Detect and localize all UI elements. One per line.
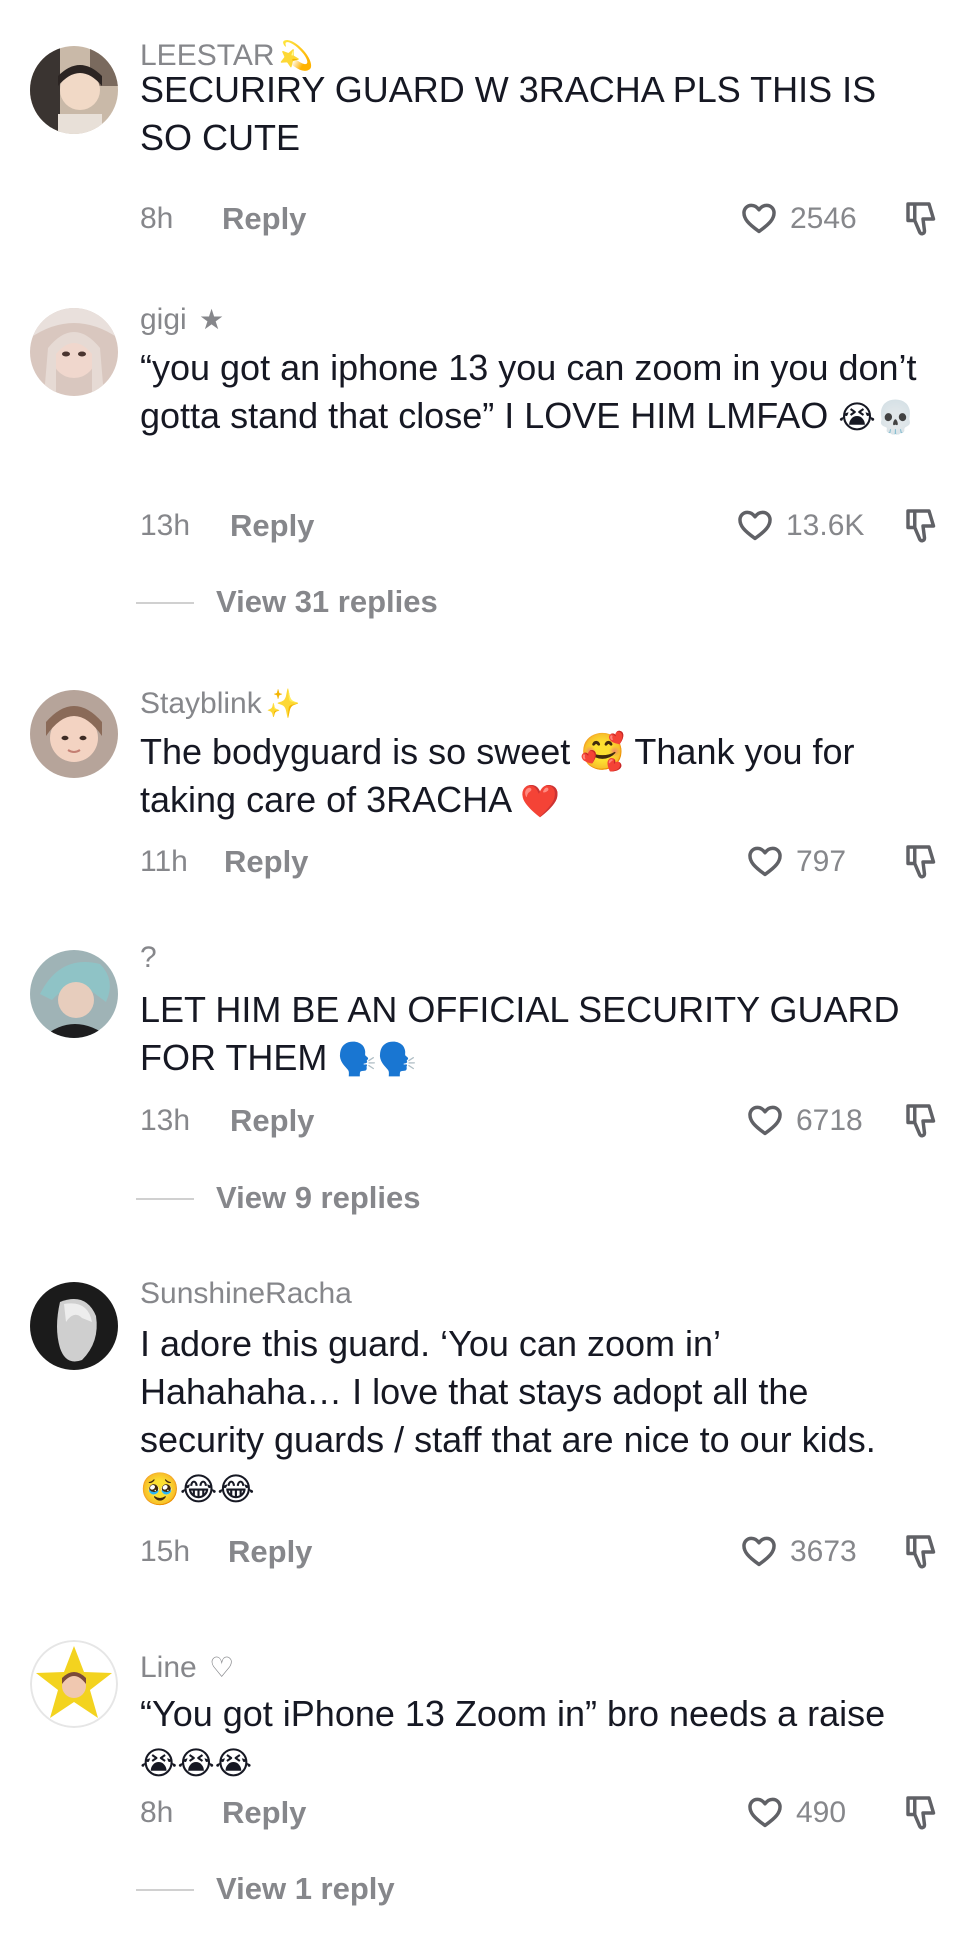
thumbs-down-icon[interactable] (902, 199, 938, 239)
comment-time: 15h (140, 1535, 191, 1568)
heart-outline-icon (742, 203, 776, 234)
avatar[interactable] (30, 1282, 118, 1370)
comment-actions: 15h Reply 3673 (140, 1532, 936, 1572)
username-text: gigi (140, 303, 187, 336)
reply-button[interactable]: Reply (230, 1101, 314, 1141)
comment-actions: 11h Reply 797 (140, 842, 936, 882)
reply-button[interactable]: Reply (222, 1793, 306, 1833)
comment-text-body: SECURIRY GUARD W 3RACHA PLS THIS IS SO C… (140, 69, 877, 158)
heart-outline-icon (748, 846, 782, 877)
comment-text-body: I adore this guard. ‘You can zoom in’ Ha… (140, 1323, 876, 1460)
reply-button[interactable]: Reply (230, 506, 314, 546)
comment-emoji: 🗣️🗣️ (337, 1041, 418, 1077)
heart-outline-icon (738, 510, 772, 541)
username-emoji: ★ (199, 304, 225, 335)
heart-outline-icon (748, 1797, 782, 1828)
like-count: 490 (796, 1796, 847, 1829)
reply-button[interactable]: Reply (228, 1532, 312, 1572)
username[interactable]: SunshineRacha (140, 1276, 352, 1312)
username-emoji: ♡ (209, 1652, 235, 1683)
heart-outline-icon (742, 1536, 776, 1567)
username-text: SunshineRacha (140, 1277, 352, 1310)
comment-time: 13h (140, 1104, 191, 1137)
thumbs-down-icon[interactable] (902, 842, 938, 882)
comment-emoji: 😭😭😭 (140, 1745, 253, 1781)
comment-text-body: LET HIM BE AN OFFICIAL SECURITY GUARD FO… (140, 989, 900, 1078)
thumbs-down-icon[interactable] (902, 1101, 938, 1141)
avatar[interactable] (30, 1640, 118, 1728)
username[interactable]: gigi ★ (140, 302, 224, 338)
avatar[interactable] (30, 46, 118, 134)
username-text: Stayblink (140, 687, 262, 720)
comment-text: “You got iPhone 13 Zoom in” bro needs a … (140, 1690, 920, 1787)
comment-time: 11h (140, 845, 188, 878)
divider (136, 1889, 194, 1891)
view-replies-label: View 9 replies (216, 1180, 421, 1215)
avatar[interactable] (30, 950, 118, 1038)
comment-text: The bodyguard is so sweet 🥰 Thank you fo… (140, 728, 920, 825)
reply-button[interactable]: Reply (224, 842, 308, 882)
username-text: ? (140, 941, 157, 974)
comment-actions: 13h Reply 6718 (140, 1101, 936, 1141)
comment-emoji: 😭💀 (838, 399, 916, 435)
like-count: 3673 (790, 1535, 857, 1568)
username[interactable]: Stayblink ✨ (140, 686, 301, 722)
comment-actions: 8h Reply 490 (140, 1793, 936, 1833)
thumbs-down-icon[interactable] (902, 506, 938, 546)
comment-actions: 13h Reply 13.6K (140, 506, 936, 546)
comment-time: 13h (140, 509, 191, 542)
reply-button[interactable]: Reply (222, 199, 306, 239)
comment-emoji: ❤️ (520, 783, 561, 819)
username-text: Line (140, 1651, 197, 1684)
comment-time: 8h (140, 202, 174, 235)
comment-text: LET HIM BE AN OFFICIAL SECURITY GUARD FO… (140, 986, 920, 1083)
comment-text: SECURIRY GUARD W 3RACHA PLS THIS IS SO C… (140, 66, 920, 162)
username[interactable]: Line ♡ (140, 1650, 234, 1686)
view-replies-label: View 1 reply (216, 1871, 395, 1906)
like-count: 797 (796, 845, 847, 878)
avatar[interactable] (30, 308, 118, 396)
view-replies-label: View 31 replies (216, 584, 438, 619)
comment-actions: 8h Reply 2546 (140, 199, 936, 239)
like-count: 13.6K (786, 509, 865, 542)
thumbs-down-icon[interactable] (902, 1793, 938, 1833)
divider (136, 602, 194, 604)
comment-text-body: “You got iPhone 13 Zoom in” bro needs a … (140, 1693, 886, 1734)
heart-outline-icon (748, 1105, 782, 1136)
divider (136, 1198, 194, 1200)
username[interactable]: ? (140, 940, 157, 976)
comment-text-body: The bodyguard is so sweet 🥰 Thank you fo… (140, 731, 855, 820)
username-emoji: ✨ (265, 688, 301, 719)
like-count: 2546 (790, 202, 857, 235)
avatar[interactable] (30, 690, 118, 778)
comment-text-body: “you got an iphone 13 you can zoom in yo… (140, 347, 917, 436)
comment-text: “you got an iphone 13 you can zoom in yo… (140, 344, 920, 441)
comment-time: 8h (140, 1796, 174, 1829)
comment-emoji: 🥹😂😂 (140, 1471, 255, 1507)
like-count: 6718 (796, 1104, 863, 1137)
thumbs-down-icon[interactable] (902, 1532, 938, 1572)
comment-text: I adore this guard. ‘You can zoom in’ Ha… (140, 1320, 920, 1513)
